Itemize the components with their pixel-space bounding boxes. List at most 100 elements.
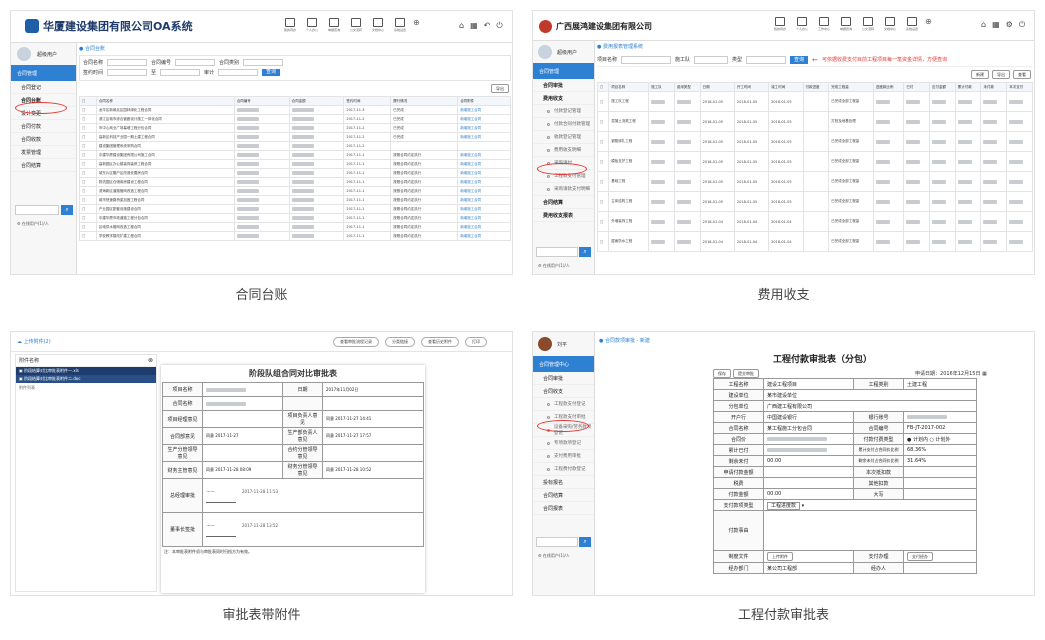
row-checkbox[interactable]: □ (596, 191, 610, 212)
handler-value[interactable]: 某公司工程部 (763, 562, 854, 574)
table-row[interactable]: □ 城市快速路桥梁加固工程合同 2017-11-1 按照合同约定执行 新增施工合同 (79, 195, 511, 205)
calendar-icon[interactable]: ▦ (982, 371, 987, 377)
table-row[interactable]: □ 龙华区新城北区园林绿化工程合同 2017-11-3 已完成 新增施工合同 (79, 105, 511, 115)
toolbar-item[interactable]: 单据查询 (325, 18, 343, 34)
column-header[interactable]: 完成工程量 (828, 82, 874, 92)
row-checkbox[interactable]: □ (596, 91, 610, 112)
sidebar-item-approval[interactable]: 合同审批 (533, 372, 594, 385)
table-row[interactable]: □ 滨海新区道路管网改造工程合同 2017-11-1 按照合同约定执行 新增施工合同 (79, 186, 511, 196)
column-header[interactable]: 累计付款 (954, 82, 982, 92)
sidebar-item-settlement[interactable]: 合同结算 (533, 489, 594, 502)
close-icon[interactable]: ⊗ (148, 357, 153, 364)
search-icon[interactable]: ⌕ (61, 205, 73, 215)
row-checkbox[interactable]: □ (79, 186, 97, 196)
account-value[interactable] (903, 411, 977, 423)
table-row[interactable]: □ 高新园区办公楼装饰装修工程合同 2017-11-1 按照合同约定执行 新增施工合同 (79, 159, 511, 169)
power-icon[interactable]: ⏻ (1019, 20, 1025, 30)
row-checkbox[interactable]: □ (79, 168, 97, 178)
toolbar-item[interactable]: 工作中心 (815, 17, 833, 33)
filter-audit-input[interactable] (218, 69, 259, 76)
upper-value[interactable] (903, 488, 977, 500)
more-icon[interactable]: ⊕ (925, 17, 932, 33)
sidebar-item[interactable]: 合同收款 (11, 133, 76, 146)
action-button[interactable]: 新建 (971, 70, 989, 79)
toolbar-item[interactable]: 系统设置 (391, 18, 409, 34)
sidebar-item-income[interactable]: 合同收支 (533, 385, 594, 398)
table-row[interactable]: □ 基础工程 2018-01-05 2018-01-05 2018-01-05 已完成全部… (596, 171, 1033, 192)
side-header[interactable]: 合同管理中心 (533, 356, 594, 372)
row-checkbox[interactable]: □ (79, 177, 97, 187)
sidebar-subitem[interactable]: 支付费用审批 (533, 450, 594, 463)
sidebar-item[interactable]: 合同付款 (11, 120, 76, 133)
row-checkbox[interactable]: □ (596, 151, 610, 172)
action-pill[interactable]: 打印 (465, 337, 487, 347)
row-checkbox[interactable]: □ (79, 141, 97, 151)
table-row[interactable]: □ 市中心商业广场幕墙工程分包合同 2017-11-2 已完成 新增施工合同 (79, 123, 511, 133)
search-input[interactable] (536, 537, 578, 547)
sidebar-subitem[interactable]: 工程款支付登记 (533, 398, 594, 411)
toolbar-item[interactable]: 文档中心 (369, 18, 387, 34)
column-header[interactable]: 履行情况 (390, 96, 459, 106)
table-row[interactable]: □ 建设集团管理系统采购合同 2017-11-2 (79, 141, 511, 151)
toolbar-item[interactable]: 系统设置 (903, 17, 921, 33)
sidebar-item[interactable]: 合同结算 (11, 159, 76, 172)
grid-icon[interactable]: ▦ (470, 21, 478, 31)
row-checkbox[interactable]: □ (79, 105, 97, 115)
filter-date-from[interactable] (107, 69, 148, 76)
sidebar-item[interactable]: 合同登记 (11, 81, 76, 94)
column-header[interactable]: 竣工时间 (768, 82, 804, 92)
search-input[interactable] (15, 205, 59, 215)
column-header[interactable]: 合同编号 (233, 96, 290, 106)
table-row[interactable]: □ 钢筋绑扎工程 2018-01-05 2018-01-05 2018-01-05 已完成… (596, 131, 1033, 152)
ratio-value[interactable]: 68.36% (903, 444, 977, 456)
column-header[interactable]: 未付款 (980, 82, 1008, 92)
upload-attach-button[interactable]: 上传附件 (767, 552, 793, 561)
table-row[interactable]: □ 中建华厦市政道路工程分包合同 2017-11-1 按照合同约定执行 新增施工合同 (79, 213, 511, 223)
table-row[interactable]: □ 产业园区配套设施建设合同 2017-11-1 按照合同约定执行 新增施工合同 (79, 204, 511, 214)
sidebar-subitem[interactable]: 费用收支明细 (533, 144, 594, 157)
action-pill[interactable]: 分类链接 (385, 337, 415, 347)
sidebar-item-approval[interactable]: 合同审批 (533, 79, 594, 92)
home-icon[interactable]: ⌂ (459, 21, 464, 31)
filter-project-input[interactable] (621, 55, 672, 64)
payee-button[interactable]: 支付经办 (907, 552, 933, 561)
contract-name-value[interactable]: 某工程施工分包合同 (763, 422, 854, 434)
checkbox-header[interactable]: □ (79, 96, 97, 106)
unpaid-ratio-value[interactable]: 31.64% (903, 455, 977, 467)
row-checkbox[interactable]: □ (79, 195, 97, 205)
sidebar-item[interactable]: 发票管理 (11, 146, 76, 159)
other-value[interactable] (903, 477, 977, 489)
toolbar-item[interactable]: 个人办公 (303, 18, 321, 34)
bank-value[interactable]: 中国建设银行 (763, 411, 854, 423)
more-icon[interactable]: ⊕ (413, 18, 420, 34)
side-header[interactable]: 合同管理 (533, 63, 594, 79)
unpaid-value[interactable]: 00.00 (763, 455, 854, 467)
column-header[interactable]: 应付金额 (929, 82, 956, 92)
toolbar-item[interactable]: 我的待办 (281, 18, 299, 34)
toolbar-item[interactable]: 单据查询 (837, 17, 855, 33)
query-button[interactable]: 查询 (262, 69, 281, 76)
column-header[interactable]: 项目名称 (608, 82, 650, 92)
row-checkbox[interactable]: □ (79, 114, 97, 124)
table-row[interactable]: □ 中建华厦建设集团有限公司施工合同 2017-11-1 按照合同约定执行 新增施工合同 (79, 150, 511, 160)
project-type-value[interactable]: 土建工程 (903, 378, 977, 390)
table-row[interactable]: □ 物流园区仓储用房建设工程合同 2017-11-1 按照合同约定执行 新增施工合同 (79, 177, 511, 187)
sidebar-subitem[interactable]: 采购请款支付明细 (533, 183, 594, 196)
pay-type-value[interactable]: ● 计划内 ○ 计划外 (903, 433, 977, 445)
sidebar-subitem[interactable]: 付款合同付款管理 (533, 118, 594, 131)
sidebar-item-report[interactable]: 合同报表 (533, 502, 594, 515)
toolbar-item[interactable]: 我的待办 (771, 17, 789, 33)
method-select[interactable]: 工程进度款 ▾ (763, 499, 977, 511)
upload-button[interactable]: ☁ 上传附件(2) (17, 338, 51, 345)
sidebar-item-expense[interactable]: 费用收支 (533, 92, 594, 105)
column-header[interactable]: 付款进度 (802, 82, 830, 92)
sidebar-item-report[interactable]: 费用收支报表 (533, 209, 594, 222)
filter-no-input[interactable] (175, 59, 216, 66)
search-input[interactable] (536, 247, 578, 257)
table-row[interactable]: □ 混凝土浇筑工程 2018-01-05 2018-01-05 2018-01-05 打桩… (596, 111, 1033, 132)
pay-amount-value[interactable]: 00.00 (763, 488, 854, 500)
contract-no-value[interactable]: FB-JT-2017-002 (903, 422, 977, 434)
grid-icon[interactable]: ▦ (992, 20, 1000, 30)
row-checkbox[interactable]: □ (596, 171, 610, 192)
back-icon[interactable]: ↶ (484, 21, 491, 31)
